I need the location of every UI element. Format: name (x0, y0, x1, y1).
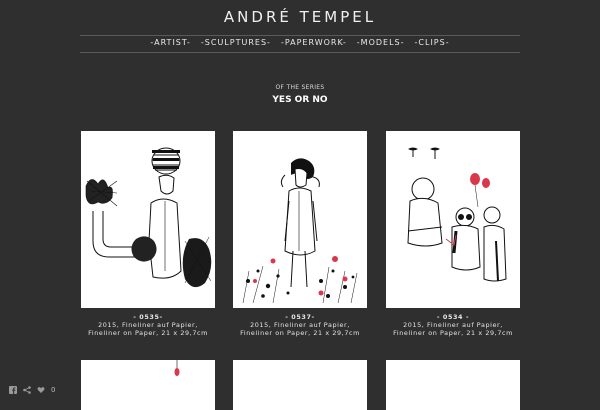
artwork-image[interactable] (233, 360, 367, 410)
social-bar: 0 (9, 386, 55, 394)
artwork-caption: - 0537- 2015, Fineliner auf Papier, Fine… (233, 313, 367, 337)
nav-item-paperwork[interactable]: -PAPERWORK- (281, 38, 347, 47)
artwork-details-line1: 2015, Fineliner auf Papier, (250, 321, 350, 329)
series-label: OF THE SERIES (275, 84, 325, 91)
artwork-card[interactable]: - 0534 - 2015, Fineliner auf Papier, Fin… (386, 131, 520, 337)
artwork-card[interactable]: - 0535- 2015, Fineliner auf Papier, Fine… (81, 131, 215, 337)
artwork-image[interactable] (386, 360, 520, 410)
nav-bottom-divider (80, 52, 520, 53)
artwork-details-line2: Fineliner on Paper, 21 x 29,7cm (393, 329, 513, 337)
artwork-card[interactable]: - 0537- 2015, Fineliner auf Papier, Fine… (233, 131, 367, 337)
artwork-image[interactable] (81, 131, 215, 308)
nav-item-artist[interactable]: -ARTIST- (150, 38, 191, 47)
artwork-code: - 0535- (133, 313, 163, 321)
nav-item-sculptures[interactable]: -SCULPTURES- (201, 38, 271, 47)
artwork-details-line1: 2015, Fineliner auf Papier, (403, 321, 503, 329)
artwork-image[interactable] (233, 131, 367, 308)
main-nav: -ARTIST- -SCULPTURES- -PAPERWORK- -MODEL… (80, 38, 520, 47)
like-count: 0 (51, 386, 56, 394)
artwork-caption: - 0535- 2015, Fineliner auf Papier, Fine… (81, 313, 215, 337)
artwork-details-line1: 2015, Fineliner auf Papier, (98, 321, 198, 329)
share-icon[interactable] (23, 386, 31, 394)
artwork-details-line2: Fineliner on Paper, 21 x 29,7cm (240, 329, 360, 337)
facebook-icon[interactable] (9, 386, 17, 394)
nav-top-divider (80, 35, 520, 36)
heart-icon[interactable] (37, 386, 45, 394)
artwork-caption: - 0534 - 2015, Fineliner auf Papier, Fin… (386, 313, 520, 337)
nav-item-clips[interactable]: -CLIPS- (415, 38, 450, 47)
series-title: YES OR NO (272, 95, 328, 105)
artwork-details-line2: Fineliner on Paper, 21 x 29,7cm (88, 329, 208, 337)
nav-item-models[interactable]: -MODELS- (357, 38, 405, 47)
artwork-code: - 0537- (285, 313, 315, 321)
site-title[interactable]: ANDRÉ TEMPEL (0, 8, 600, 26)
artwork-image[interactable] (386, 131, 520, 308)
artwork-image[interactable] (81, 360, 215, 410)
artwork-code: - 0534 - (436, 313, 470, 321)
